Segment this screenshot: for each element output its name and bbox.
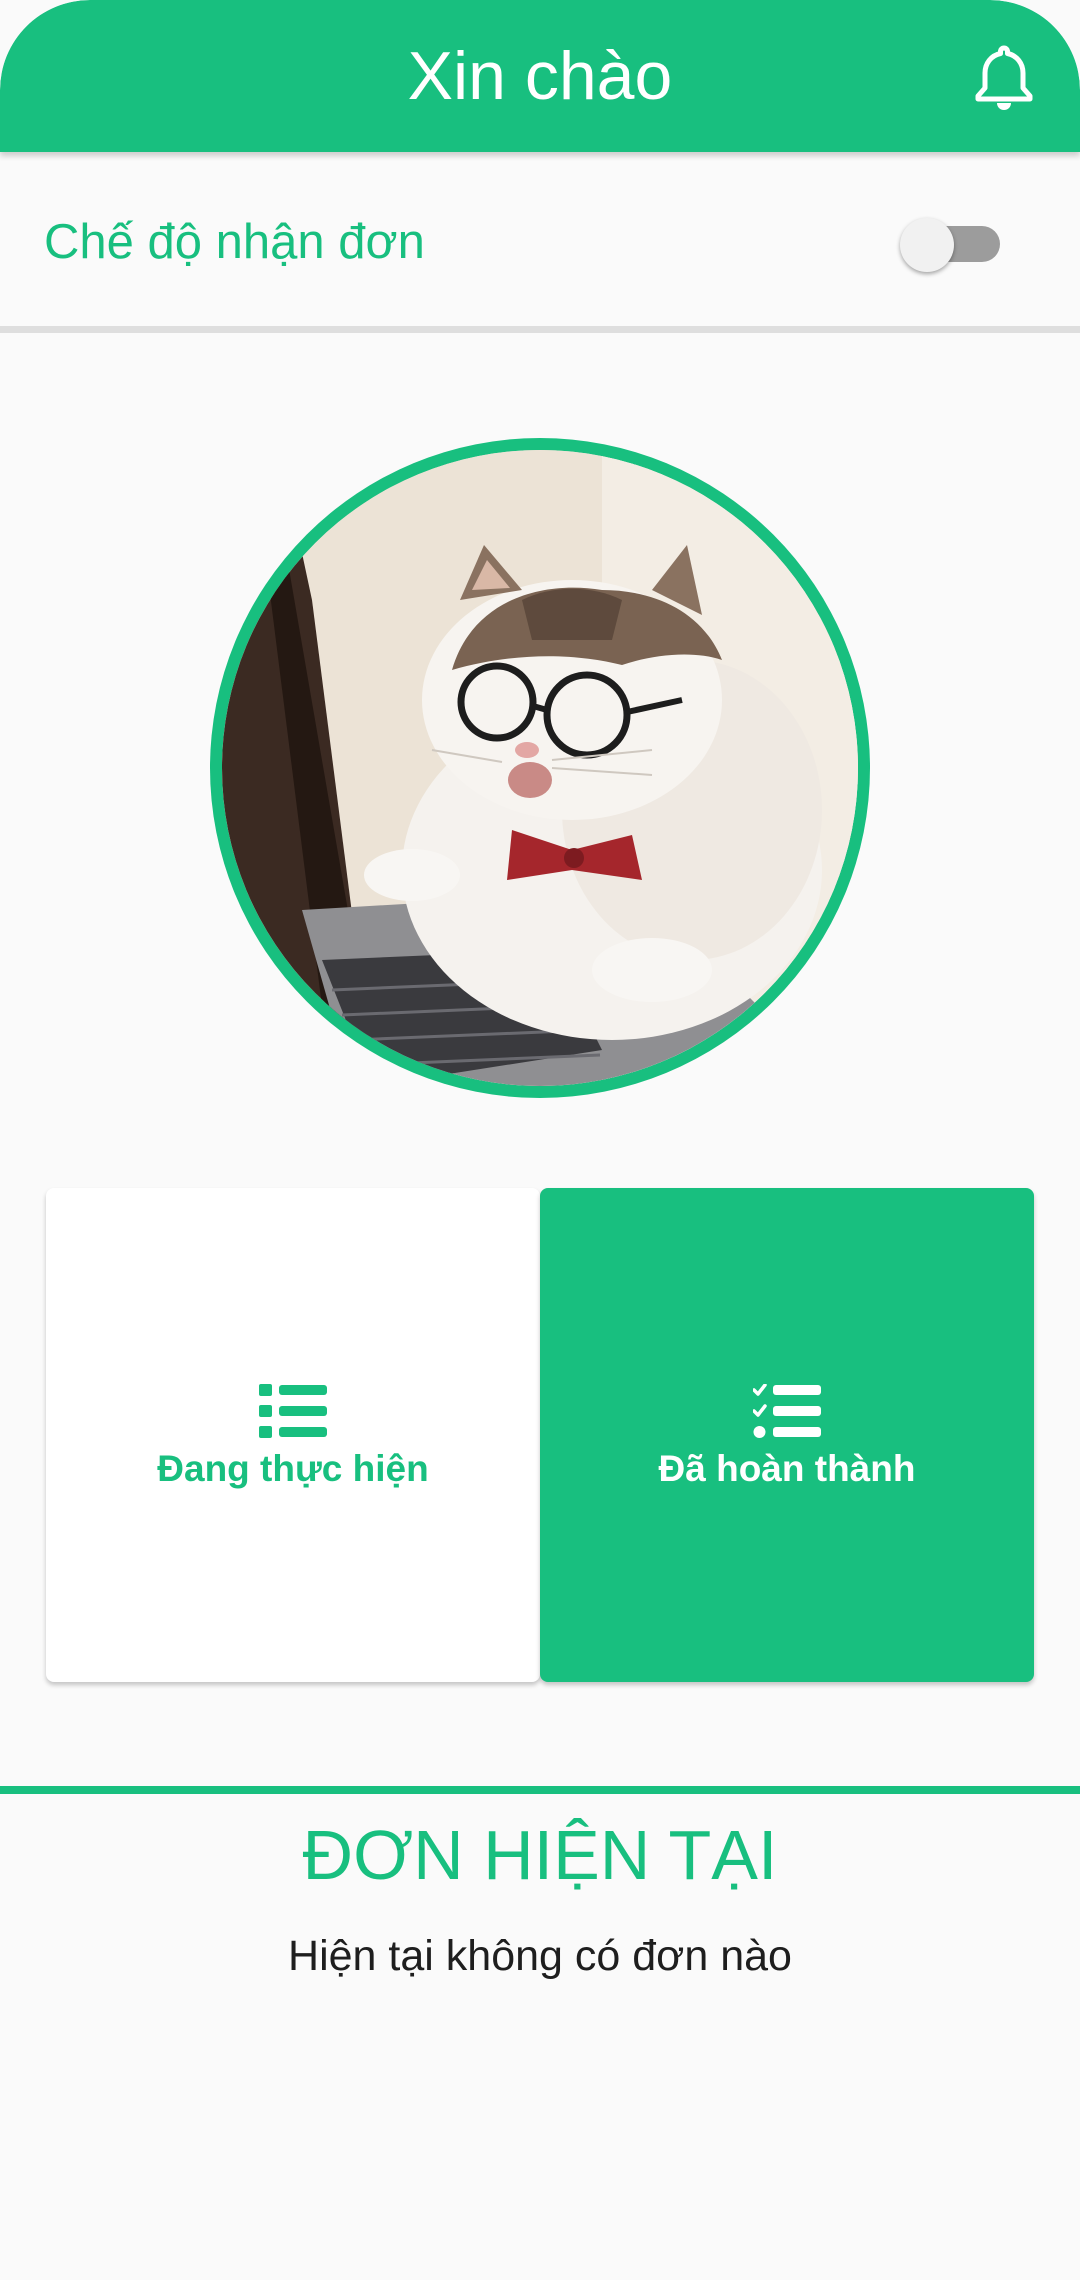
in-progress-label: Đang thực hiện bbox=[157, 1448, 429, 1489]
section-divider bbox=[0, 326, 1080, 333]
current-orders-divider bbox=[0, 1786, 1080, 1794]
completed-tile[interactable]: Đã hoàn thành bbox=[540, 1188, 1034, 1682]
avatar bbox=[210, 438, 870, 1098]
toggle-thumb bbox=[900, 218, 954, 272]
list-icon bbox=[259, 1384, 327, 1438]
empty-orders-message: Hiện tại không có đơn nào bbox=[288, 1932, 792, 1980]
in-progress-tile[interactable]: Đang thực hiện bbox=[46, 1188, 540, 1682]
app-bar-title: Xin chào bbox=[407, 38, 673, 114]
home-screen: Xin chào Chế độ nhận đơn Đang thực hiện … bbox=[0, 0, 1080, 2280]
order-mode-label: Chế độ nhận đơn bbox=[44, 215, 425, 269]
cat-with-glasses-avatar-icon bbox=[222, 450, 858, 1086]
order-mode-toggle[interactable] bbox=[900, 218, 1004, 272]
order-mode-row: Chế độ nhận đơn bbox=[0, 152, 1080, 328]
bell-icon[interactable] bbox=[964, 38, 1044, 118]
checklist-icon bbox=[753, 1384, 821, 1438]
avatar-image bbox=[222, 450, 858, 1086]
app-bar: Xin chào bbox=[0, 0, 1080, 152]
current-orders-title: ĐƠN HIỆN TẠI bbox=[302, 1816, 778, 1894]
completed-label: Đã hoàn thành bbox=[658, 1448, 916, 1489]
